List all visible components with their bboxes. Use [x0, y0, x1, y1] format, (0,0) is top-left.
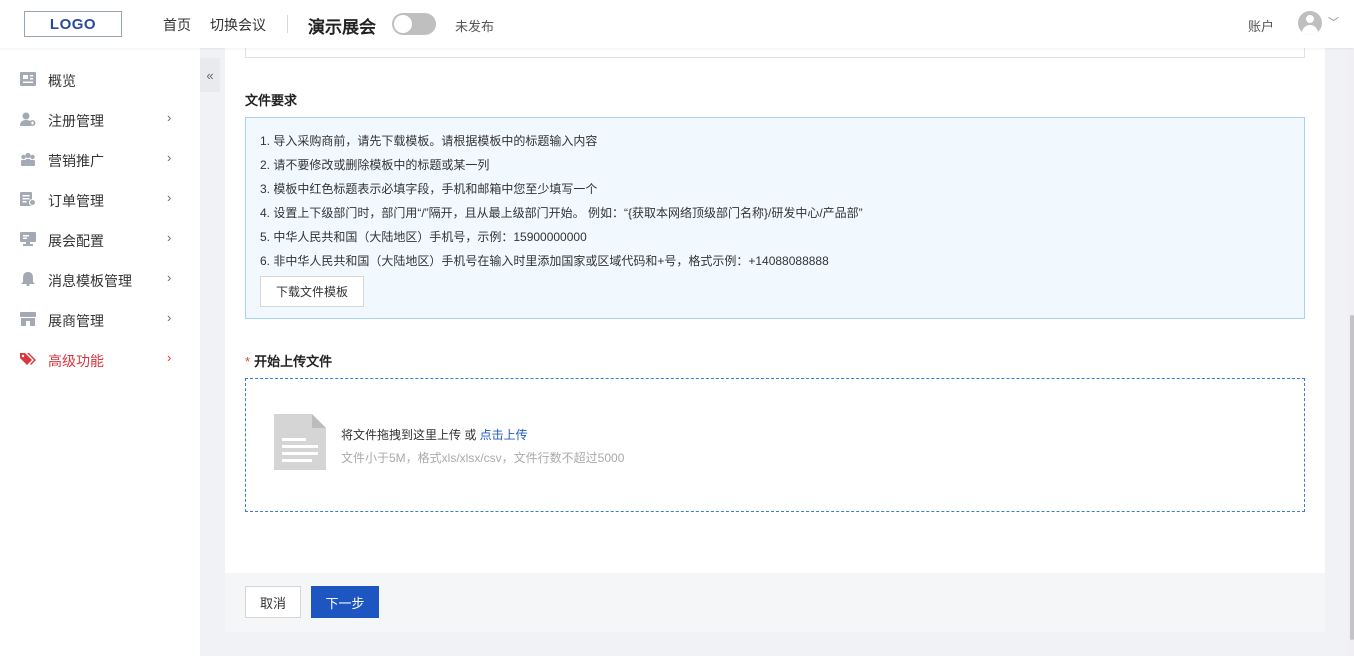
chevron-right-icon: ›	[167, 150, 172, 165]
logo[interactable]: LOGO	[24, 11, 122, 37]
chevron-down-icon[interactable]: ﹀	[1328, 14, 1339, 30]
user-register-icon	[20, 112, 36, 126]
upload-title: * 开始上传文件	[245, 354, 333, 369]
toggle-knob	[394, 15, 412, 33]
sidebar-item-label: 营销推广	[48, 153, 104, 169]
sidebar-item-exhibitors[interactable]: 展商管理 ›	[0, 299, 200, 339]
next-step-button[interactable]: 下一步	[311, 586, 379, 618]
top-header: LOGO 首页 切换会议 演示展会 未发布 账户 ﹀	[0, 0, 1354, 48]
sidebar-item-marketing[interactable]: 营销推广 ›	[0, 139, 200, 179]
sidebar-item-overview[interactable]: 概览	[0, 59, 200, 99]
sidebar-item-label: 消息模板管理	[48, 273, 132, 289]
file-icon	[274, 414, 326, 470]
requirement-item: 2. 请不要修改或删除模板中的标题或某一列	[260, 158, 490, 172]
order-icon	[20, 192, 36, 206]
click-upload-link[interactable]: 点击上传	[480, 428, 528, 442]
chevron-right-icon: ›	[167, 270, 172, 285]
sidebar-item-label: 高级功能	[48, 353, 104, 369]
scrollbar-thumb[interactable]	[1350, 315, 1354, 640]
sidebar-item-advanced[interactable]: 高级功能 ›	[0, 339, 200, 379]
people-icon	[21, 152, 35, 166]
sidebar-item-label: 订单管理	[48, 193, 104, 209]
account-menu-label[interactable]: 账户	[1248, 16, 1274, 35]
requirement-item: 5. 中华人民共和国（大陆地区）手机号，示例：15900000000	[260, 230, 587, 244]
sidebar-item-event-config[interactable]: 展会配置 ›	[0, 219, 200, 259]
event-title: 演示展会	[308, 18, 376, 37]
drop-instruction: 将文件拖拽到这里上传 或 点击上传	[341, 428, 528, 442]
bell-icon	[21, 272, 35, 286]
overview-icon	[20, 72, 36, 86]
monitor-icon	[20, 232, 36, 246]
requirement-item: 1. 导入采购商前，请先下载模板。请根据模板中的标题输入内容	[260, 134, 598, 148]
publish-toggle[interactable]	[392, 13, 436, 35]
upload-hint: 文件小于5M，格式xls/xlsx/csv，文件行数不超过5000	[341, 451, 625, 465]
file-dropzone[interactable]: 将文件拖拽到这里上传 或 点击上传 文件小于5M，格式xls/xlsx/csv，…	[245, 378, 1305, 512]
chevron-right-icon: ›	[167, 310, 172, 325]
tags-icon	[20, 353, 36, 365]
form-footer: 取消 下一步	[225, 573, 1325, 632]
sidebar-collapse-button[interactable]: «	[200, 58, 220, 92]
required-mark: *	[245, 354, 251, 369]
sidebar-item-label: 展商管理	[48, 313, 104, 329]
store-icon	[20, 312, 36, 326]
requirements-title: 文件要求	[245, 93, 298, 108]
requirements-box: 1. 导入采购商前，请先下载模板。请根据模板中的标题输入内容 2. 请不要修改或…	[245, 117, 1305, 319]
download-template-button[interactable]: 下载文件模板	[260, 276, 364, 307]
sidebar-item-label: 展会配置	[48, 233, 104, 249]
chevron-right-icon: ›	[167, 110, 172, 125]
main-content: 文件要求 1. 导入采购商前，请先下载模板。请根据模板中的标题输入内容 2. 请…	[225, 48, 1325, 573]
sidebar-item-label: 概览	[48, 73, 76, 89]
chevron-right-icon: ›	[167, 350, 172, 365]
chevron-right-icon: ›	[167, 230, 172, 245]
previous-field-box	[245, 48, 1305, 58]
avatar[interactable]	[1298, 11, 1322, 35]
nav-divider	[287, 15, 288, 33]
sidebar: 概览 注册管理 › 营销推广 › 订单管理 › 展会配置 › 消息模板管理 › …	[0, 48, 200, 656]
sidebar-item-orders[interactable]: 订单管理 ›	[0, 179, 200, 219]
publish-status: 未发布	[455, 19, 495, 34]
requirement-item: 6. 非中华人民共和国（大陆地区）手机号在输入时里添加国家或区域代码和+号，格式…	[260, 254, 829, 268]
requirement-item: 3. 模板中红色标题表示必填字段，手机和邮箱中您至少填写一个	[260, 182, 598, 196]
cancel-button[interactable]: 取消	[245, 586, 301, 618]
sidebar-item-label: 注册管理	[48, 113, 104, 129]
requirement-item: 4. 设置上下级部门时，部门用“/”隔开，且从最上级部门开始。 例如：“{获取本…	[260, 206, 863, 220]
sidebar-item-registration[interactable]: 注册管理 ›	[0, 99, 200, 139]
nav-switch-meeting-link[interactable]: 切换会议	[210, 15, 266, 35]
nav-home-link[interactable]: 首页	[163, 15, 191, 35]
chevron-right-icon: ›	[167, 190, 172, 205]
sidebar-item-message-templates[interactable]: 消息模板管理 ›	[0, 259, 200, 299]
